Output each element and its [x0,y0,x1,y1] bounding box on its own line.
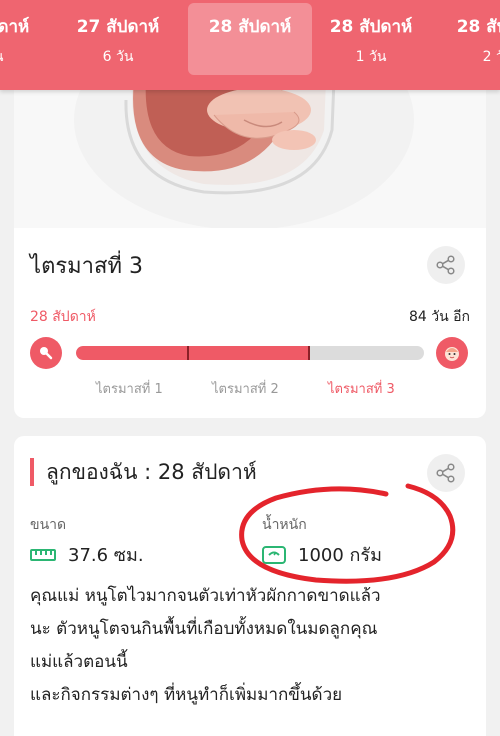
size-stat: 37.6 ซม. [30,540,144,569]
share-icon [436,255,455,275]
tab-week-label: 28 สัปดาห์ [208,17,292,37]
week-tab-bar: 26 สัปดาห์ 7 วัน 27 สัปดาห์ 6 วัน 28 สัป… [0,0,500,90]
pregnancy-progress-bar [76,346,424,360]
weight-stat: 1000 กรัม [262,540,382,569]
ruler-icon [30,548,56,561]
trimester-3-label: ไตรมาสที่ 3 [328,382,395,397]
tab-week-label: 28 สัปดาห์ [329,17,413,37]
tab-week-26[interactable]: 26 สัปดาห์ 7 วัน [0,3,50,75]
baby-description: คุณแม่ หนูโตไวมากจนตัวเท่าหัวผักกาดขาดแล… [30,580,476,712]
tab-week-label: 26 สัปดาห์ [0,17,30,37]
trimester-2-label: ไตรมาสที่ 2 [212,382,279,397]
share-button[interactable] [427,454,465,492]
trimester-1-label: ไตรมาสที่ 1 [96,382,163,397]
trimester-divider [187,346,189,360]
share-icon [436,463,455,483]
tab-day-label: 1 วัน [355,49,387,65]
description-line: คุณแม่ หนูโตไวมากจนตัวเท่าหัวผักกาดขาดแล… [30,586,381,606]
trimester-title: ไตรมาสที่ 3 [30,254,143,279]
tab-week-label: 28 สัปดาห์ [456,17,500,37]
days-remaining-label: 84 วัน อีก [408,309,470,325]
current-week-label: 28 สัปดาห์ [30,309,96,325]
description-line: แม่แล้วตอนนี้ [30,652,128,672]
tab-week-28-day-2[interactable]: 28 สัปดาห์ 2 วัน [436,3,500,75]
trimester-card: ไตรมาสที่ 3 28 สัปดาห์ 84 วัน อีก ไตรมาส… [14,228,486,418]
tab-week-27[interactable]: 27 สัปดาห์ 6 วัน [56,3,180,75]
tab-week-28-current[interactable]: 28 สัปดาห์ [188,3,312,75]
baby-info-card: ลูกของฉัน : 28 สัปดาห์ ขนาด 37.6 ซม. น้ำ… [14,436,486,736]
size-label: ขนาด [30,517,67,533]
tab-day-label: 7 วัน [0,46,50,68]
baby-card-title: ลูกของฉัน : 28 สัปดาห์ [30,458,257,486]
weight-value: 1000 กรัม [298,545,382,566]
tab-week-28-day-1[interactable]: 28 สัปดาห์ 1 วัน [309,3,433,75]
tab-day-label: 6 วัน [102,49,134,65]
progress-fill [76,346,310,360]
tab-day-label: 2 วัน [482,49,500,65]
baby-face-icon [436,337,468,369]
size-value: 37.6 ซม. [68,545,144,566]
tab-week-label: 27 สัปดาห์ [76,17,160,37]
share-button[interactable] [427,246,465,284]
progress-marker [308,346,310,360]
description-line: และกิจกรรมต่างๆ ที่หนูทำก็เพิ่มมากขึ้นด้… [30,685,343,705]
description-line: นะ ตัวหนูโตจนกินพื้นที่เกือบทั้งหมดในมดล… [30,619,378,639]
weight-label: น้ำหนัก [262,517,307,533]
rattle-icon [30,337,62,369]
scale-icon [262,545,286,564]
